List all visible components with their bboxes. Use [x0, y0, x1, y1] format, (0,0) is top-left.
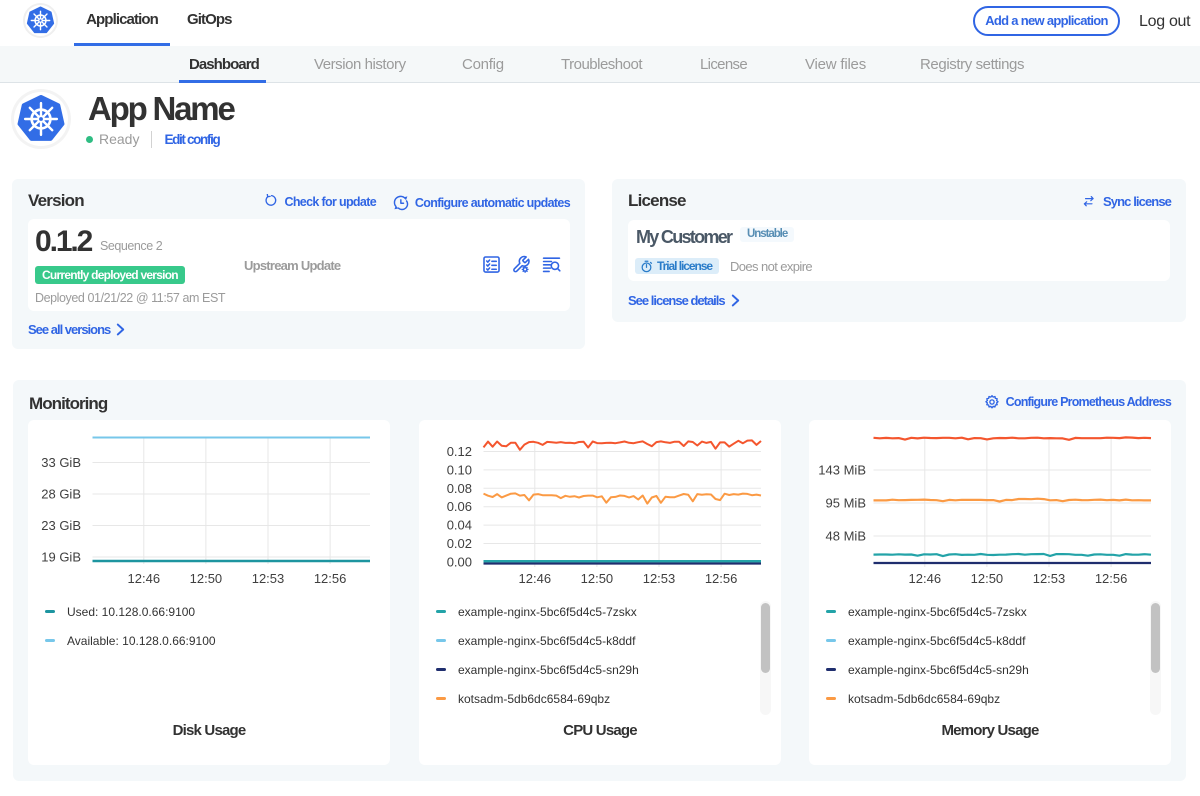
svg-text:23 GiB: 23 GiB [41, 518, 81, 533]
svg-text:0.04: 0.04 [447, 518, 472, 533]
svg-text:33 GiB: 33 GiB [41, 455, 81, 470]
svg-text:12:53: 12:53 [643, 571, 676, 586]
svg-text:12:50: 12:50 [581, 571, 614, 586]
svg-text:48 MiB: 48 MiB [826, 529, 866, 544]
svg-text:12:50: 12:50 [971, 571, 1004, 586]
svg-text:12:53: 12:53 [1033, 571, 1066, 586]
svg-text:0.08: 0.08 [447, 481, 472, 496]
svg-text:12:46: 12:46 [909, 571, 942, 586]
svg-text:0.02: 0.02 [447, 536, 472, 551]
svg-text:95 MiB: 95 MiB [826, 496, 866, 511]
svg-text:12:50: 12:50 [190, 571, 223, 586]
svg-text:12:46: 12:46 [128, 571, 161, 586]
svg-text:19 GiB: 19 GiB [41, 550, 81, 565]
svg-text:28 GiB: 28 GiB [41, 487, 81, 502]
svg-text:12:46: 12:46 [519, 571, 552, 586]
svg-text:0.12: 0.12 [447, 444, 472, 459]
svg-text:143 MiB: 143 MiB [818, 463, 866, 478]
svg-text:12:56: 12:56 [1095, 571, 1128, 586]
svg-text:0.10: 0.10 [447, 462, 472, 477]
svg-text:0.00: 0.00 [447, 554, 472, 569]
svg-text:12:56: 12:56 [314, 571, 347, 586]
svg-text:12:56: 12:56 [705, 571, 738, 586]
svg-text:12:53: 12:53 [252, 571, 285, 586]
svg-text:0.06: 0.06 [447, 499, 472, 514]
